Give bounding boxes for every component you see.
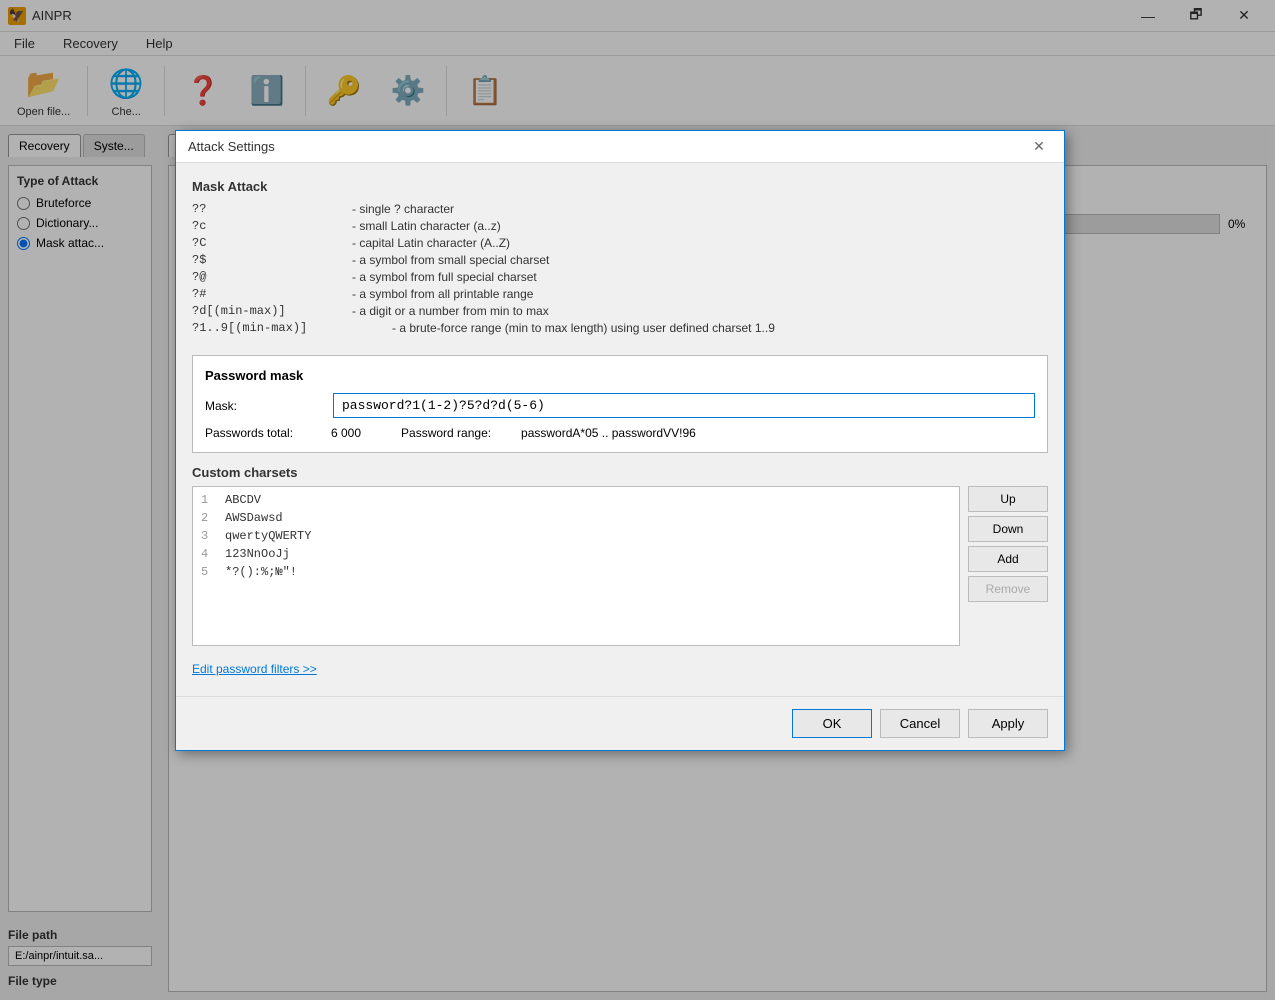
apply-button[interactable]: Apply bbox=[968, 709, 1048, 738]
charset-item-4: 4 123NnOoJj bbox=[197, 545, 955, 563]
mask-input-row: Mask: bbox=[205, 393, 1035, 418]
symbol-row-0: ?? - single ? character bbox=[192, 202, 1048, 216]
symbol-desc-2: - capital Latin character (A..Z) bbox=[352, 236, 510, 250]
charsets-heading: Custom charsets bbox=[192, 465, 1048, 480]
charset-item-2: 2 AWSDawsd bbox=[197, 509, 955, 527]
ok-button[interactable]: OK bbox=[792, 709, 872, 738]
symbol-desc-7: - a brute-force range (min to max length… bbox=[392, 321, 775, 335]
mask-field-label: Mask: bbox=[205, 399, 325, 413]
symbol-code-4: ?@ bbox=[192, 270, 352, 284]
symbol-desc-3: - a symbol from small special charset bbox=[352, 253, 549, 267]
charset-num-5: 5 bbox=[201, 565, 217, 579]
charset-remove-button[interactable]: Remove bbox=[968, 576, 1048, 602]
dialog-title: Attack Settings bbox=[188, 139, 1026, 154]
charset-up-button[interactable]: Up bbox=[968, 486, 1048, 512]
passwords-total-value: 6 000 bbox=[331, 426, 361, 440]
symbol-code-2: ?C bbox=[192, 236, 352, 250]
dialog-overlay: Attack Settings ✕ Mask Attack ?? - singl… bbox=[0, 0, 1275, 1000]
charset-val-1: ABCDV bbox=[225, 493, 261, 507]
symbol-row-3: ?$ - a symbol from small special charset bbox=[192, 253, 1048, 267]
symbol-code-3: ?$ bbox=[192, 253, 352, 267]
charset-item-3: 3 qwertyQWERTY bbox=[197, 527, 955, 545]
passwords-total-col: Passwords total: 6 000 bbox=[205, 426, 361, 440]
symbol-desc-1: - small Latin character (a..z) bbox=[352, 219, 501, 233]
symbol-row-6: ?d[(min-max)] - a digit or a number from… bbox=[192, 304, 1048, 318]
charsets-buttons: Up Down Add Remove bbox=[968, 486, 1048, 646]
passwords-info-row: Passwords total: 6 000 Password range: p… bbox=[205, 426, 1035, 440]
symbol-row-2: ?C - capital Latin character (A..Z) bbox=[192, 236, 1048, 250]
charset-item-5: 5 *?():%;№"! bbox=[197, 563, 955, 581]
charset-add-button[interactable]: Add bbox=[968, 546, 1048, 572]
symbol-desc-6: - a digit or a number from min to max bbox=[352, 304, 549, 318]
attack-settings-dialog: Attack Settings ✕ Mask Attack ?? - singl… bbox=[175, 130, 1065, 751]
mask-input[interactable] bbox=[333, 393, 1035, 418]
cancel-button[interactable]: Cancel bbox=[880, 709, 960, 738]
password-mask-heading: Password mask bbox=[205, 368, 1035, 383]
charset-val-4: 123NnOoJj bbox=[225, 547, 290, 561]
symbol-code-0: ?? bbox=[192, 202, 352, 216]
symbol-code-6: ?d[(min-max)] bbox=[192, 304, 352, 318]
symbol-desc-0: - single ? character bbox=[352, 202, 454, 216]
password-range-value: passwordA*05 .. passwordVV!96 bbox=[521, 426, 696, 440]
symbol-code-7: ?1..9[(min-max)] bbox=[192, 321, 392, 335]
charset-num-3: 3 bbox=[201, 529, 217, 543]
password-range-label: Password range: bbox=[401, 426, 521, 440]
charset-val-2: AWSDawsd bbox=[225, 511, 283, 525]
mask-attack-heading: Mask Attack bbox=[192, 179, 1048, 194]
charset-num-1: 1 bbox=[201, 493, 217, 507]
dialog-body: Mask Attack ?? - single ? character ?c -… bbox=[176, 163, 1064, 696]
charsets-body: 1 ABCDV 2 AWSDawsd 3 qwertyQWERTY 4 bbox=[192, 486, 1048, 646]
dialog-title-bar: Attack Settings ✕ bbox=[176, 131, 1064, 163]
password-mask-section: Password mask Mask: Passwords total: 6 0… bbox=[192, 355, 1048, 453]
mask-attack-section: Mask Attack ?? - single ? character ?c -… bbox=[192, 179, 1048, 343]
charset-val-5: *?():%;№"! bbox=[225, 565, 297, 579]
custom-charsets-section: Custom charsets 1 ABCDV 2 AWSDawsd 3 bbox=[192, 465, 1048, 646]
symbol-table: ?? - single ? character ?c - small Latin… bbox=[192, 202, 1048, 335]
charsets-list: 1 ABCDV 2 AWSDawsd 3 qwertyQWERTY 4 bbox=[192, 486, 960, 646]
passwords-total-label: Passwords total: bbox=[205, 426, 325, 440]
symbol-desc-4: - a symbol from full special charset bbox=[352, 270, 537, 284]
dialog-close-button[interactable]: ✕ bbox=[1026, 134, 1052, 160]
dialog-footer: OK Cancel Apply bbox=[176, 696, 1064, 750]
symbol-row-5: ?# - a symbol from all printable range bbox=[192, 287, 1048, 301]
symbol-desc-5: - a symbol from all printable range bbox=[352, 287, 533, 301]
symbol-row-1: ?c - small Latin character (a..z) bbox=[192, 219, 1048, 233]
symbol-code-5: ?# bbox=[192, 287, 352, 301]
charset-down-button[interactable]: Down bbox=[968, 516, 1048, 542]
symbol-row-4: ?@ - a symbol from full special charset bbox=[192, 270, 1048, 284]
charset-num-2: 2 bbox=[201, 511, 217, 525]
charset-val-3: qwertyQWERTY bbox=[225, 529, 311, 543]
edit-filters-link[interactable]: Edit password filters >> bbox=[192, 658, 1048, 680]
symbol-code-1: ?c bbox=[192, 219, 352, 233]
symbol-row-7: ?1..9[(min-max)] - a brute-force range (… bbox=[192, 321, 1048, 335]
charset-item-1: 1 ABCDV bbox=[197, 491, 955, 509]
charset-num-4: 4 bbox=[201, 547, 217, 561]
